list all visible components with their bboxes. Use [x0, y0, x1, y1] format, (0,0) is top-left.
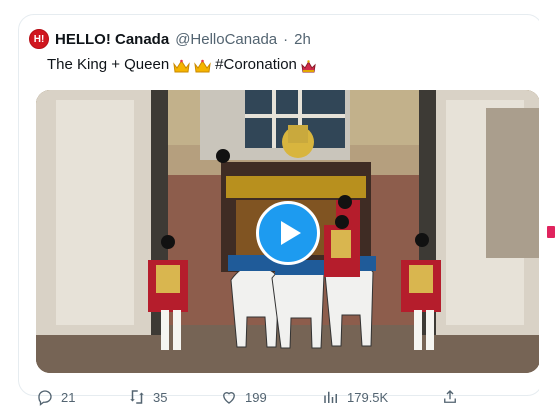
- like-count: 199: [245, 389, 267, 405]
- author-handle[interactable]: @HelloCanada: [175, 31, 277, 48]
- crown-icon: [194, 59, 211, 73]
- author-name[interactable]: HELLO! Canada: [55, 31, 169, 48]
- retweet-icon: [130, 390, 144, 404]
- tweet-text: The King + Queen #Coronation: [47, 56, 318, 73]
- tweet-hashtag[interactable]: #Coronation: [215, 56, 297, 73]
- crown-icon: [173, 59, 190, 73]
- tweet-actions: 21 35 199 179.5K: [36, 388, 456, 406]
- views-icon: [324, 391, 337, 403]
- play-button[interactable]: [256, 201, 320, 265]
- page-scroll-edge: [539, 0, 557, 406]
- video-media[interactable]: [36, 90, 540, 373]
- reply-button[interactable]: 21: [36, 388, 75, 406]
- tweet-text-prefix: The King + Queen: [47, 56, 170, 73]
- side-marker: [547, 226, 555, 238]
- tweet-header: H! HELLO! Canada @HelloCanada · 2h: [29, 29, 311, 49]
- share-button[interactable]: [441, 388, 459, 406]
- retweet-button[interactable]: 35: [128, 388, 167, 406]
- tweet-time[interactable]: 2h: [294, 31, 311, 48]
- reply-icon: [38, 390, 52, 406]
- views-button[interactable]: 179.5K: [322, 388, 388, 406]
- heart-icon: [223, 392, 235, 404]
- like-button[interactable]: 199: [220, 388, 267, 406]
- view-count: 179.5K: [347, 389, 389, 405]
- crown-icon: [301, 59, 318, 73]
- hello-canada-logo-avatar[interactable]: H!: [29, 29, 49, 49]
- share-icon: [444, 390, 456, 403]
- header-separator: ·: [283, 30, 289, 48]
- retweet-count: 35: [153, 389, 168, 405]
- reply-count: 21: [61, 389, 76, 405]
